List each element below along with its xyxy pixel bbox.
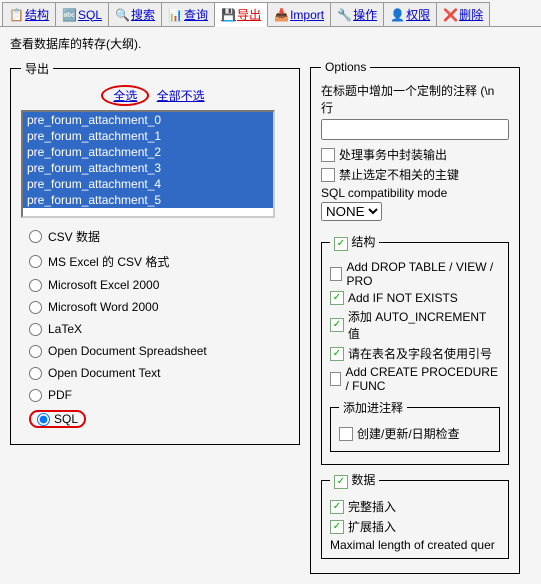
tab-label: 导出 [237, 6, 261, 23]
cb-label: 扩展插入 [348, 518, 396, 535]
tab-export[interactable]: 💾导出 [214, 2, 268, 27]
list-item[interactable]: pre_forum_attachment_2 [23, 144, 273, 160]
radio-pdf[interactable] [29, 389, 42, 402]
checkbox-if-not-exists[interactable] [330, 291, 344, 305]
radio-label: SQL [54, 412, 78, 426]
select-all-link[interactable]: 全选 [113, 89, 137, 103]
tab-privileges[interactable]: 👤权限 [383, 2, 437, 26]
radio-label: LaTeX [48, 322, 82, 336]
tab-label: SQL [78, 8, 102, 22]
main-content: 导出 全选 全部不选 pre_forum_attachment_0 pre_fo… [0, 60, 541, 584]
tab-drop[interactable]: ❌删除 [436, 2, 490, 26]
structure-icon: 📋 [9, 8, 23, 22]
checkbox-data[interactable] [334, 475, 348, 489]
highlight-sql: SQL [29, 410, 86, 428]
format-radios: CSV 数据 MS Excel 的 CSV 格式 Microsoft Excel… [21, 228, 289, 428]
radio-ods[interactable] [29, 345, 42, 358]
cb-label: 创建/更新/日期检查 [357, 425, 460, 442]
select-links: 全选 全部不选 [21, 85, 289, 106]
export-fieldset: 导出 全选 全部不选 pre_forum_attachment_0 pre_fo… [10, 60, 300, 445]
query-icon: 📊 [168, 8, 182, 22]
tools-icon: 🔧 [337, 8, 351, 22]
radio-csv-excel[interactable] [29, 255, 42, 268]
tab-label: Import [290, 8, 324, 22]
radio-label: PDF [48, 388, 72, 402]
list-item[interactable]: pre_forum_attachment_0 [23, 112, 273, 128]
checkbox-structure[interactable] [334, 237, 348, 251]
tab-operations[interactable]: 🔧操作 [330, 2, 384, 26]
tab-label: 搜索 [131, 6, 155, 23]
checkbox-backquote[interactable] [330, 347, 344, 361]
radio-latex[interactable] [29, 323, 42, 336]
list-item[interactable]: pre_forum_attachment_5 [23, 192, 273, 208]
maxlen-label: Maximal length of created quer [330, 538, 500, 552]
sql-icon: 🔤 [62, 8, 76, 22]
cb-label: 禁止选定不相关的主键 [339, 166, 459, 183]
list-item[interactable]: pre_forum_attachment_3 [23, 160, 273, 176]
comment-input[interactable] [321, 119, 509, 140]
delete-icon: ❌ [443, 8, 457, 22]
list-item[interactable]: pre_forum_attachment_4 [23, 176, 273, 192]
search-icon: 🔍 [115, 8, 129, 22]
cb-label: 完整插入 [348, 498, 396, 515]
cb-label: Add CREATE PROCEDURE / FUNC [345, 365, 500, 393]
radio-label: Open Document Text [48, 366, 161, 380]
data-fieldset: 数据 完整插入 扩展插入 Maximal length of created q… [321, 471, 509, 559]
tab-label: 查询 [184, 6, 208, 23]
options-legend: Options [321, 60, 370, 74]
tab-query[interactable]: 📊查询 [161, 2, 215, 26]
data-legend: 数据 [330, 471, 379, 489]
tab-import[interactable]: 📥Import [267, 2, 331, 26]
highlight-select-all: 全选 [101, 85, 149, 106]
checkbox-extended[interactable] [330, 520, 344, 534]
checkbox-disable-fk[interactable] [321, 168, 335, 182]
import-icon: 📥 [274, 8, 288, 22]
page-subtitle: 查看数据库的转存(大纲). [0, 27, 541, 60]
tab-label: 操作 [353, 6, 377, 23]
radio-word2000[interactable] [29, 301, 42, 314]
radio-excel2000[interactable] [29, 279, 42, 292]
radio-odt[interactable] [29, 367, 42, 380]
tab-label: 删除 [459, 6, 483, 23]
compat-select[interactable]: NONE [321, 202, 382, 221]
tab-label: 结构 [25, 6, 49, 23]
radio-sql[interactable] [37, 413, 50, 426]
checkbox-complete[interactable] [330, 500, 344, 514]
tab-bar: 📋结构 🔤SQL 🔍搜索 📊查询 💾导出 📥Import 🔧操作 👤权限 ❌删除 [0, 0, 541, 27]
checkbox-trans-wrap[interactable] [321, 148, 335, 162]
structure-legend: 结构 [330, 233, 379, 251]
cb-label: 处理事务中封装输出 [339, 146, 447, 163]
checkbox-date-check[interactable] [339, 427, 353, 441]
list-item[interactable]: pre_forum_attachment_1 [23, 128, 273, 144]
comments-fieldset: 添加进注释 创建/更新/日期检查 [330, 399, 500, 452]
tab-search[interactable]: 🔍搜索 [108, 2, 162, 26]
radio-label: MS Excel 的 CSV 格式 [48, 253, 169, 270]
comment-label: 在标题中增加一个定制的注释 (\n 行 [321, 82, 509, 116]
tab-label: 权限 [406, 6, 430, 23]
cb-label: Add DROP TABLE / VIEW / PRO [346, 260, 500, 288]
comments-legend: 添加进注释 [339, 399, 407, 416]
radio-label: Open Document Spreadsheet [48, 344, 207, 358]
cb-label: 请在表名及字段名使用引号 [348, 345, 492, 362]
options-fieldset: Options 在标题中增加一个定制的注释 (\n 行 处理事务中封装输出 禁止… [310, 60, 520, 574]
structure-fieldset: 结构 Add DROP TABLE / VIEW / PRO Add IF NO… [321, 233, 509, 465]
privileges-icon: 👤 [390, 8, 404, 22]
radio-label: Microsoft Excel 2000 [48, 278, 159, 292]
cb-label: 添加 AUTO_INCREMENT 值 [348, 308, 500, 342]
radio-label: Microsoft Word 2000 [48, 300, 159, 314]
select-none-link[interactable]: 全部不选 [157, 89, 205, 103]
checkbox-drop-table[interactable] [330, 267, 342, 281]
checkbox-create-proc[interactable] [330, 372, 341, 386]
radio-label: CSV 数据 [48, 228, 100, 245]
tab-structure[interactable]: 📋结构 [2, 2, 56, 26]
radio-csv[interactable] [29, 230, 42, 243]
tables-listbox[interactable]: pre_forum_attachment_0 pre_forum_attachm… [21, 110, 275, 218]
checkbox-auto-inc[interactable] [330, 318, 344, 332]
tab-sql[interactable]: 🔤SQL [55, 2, 109, 26]
compat-label: SQL compatibility mode [321, 186, 509, 200]
export-legend: 导出 [21, 60, 53, 77]
cb-label: Add IF NOT EXISTS [348, 291, 458, 305]
export-icon: 💾 [221, 8, 235, 22]
